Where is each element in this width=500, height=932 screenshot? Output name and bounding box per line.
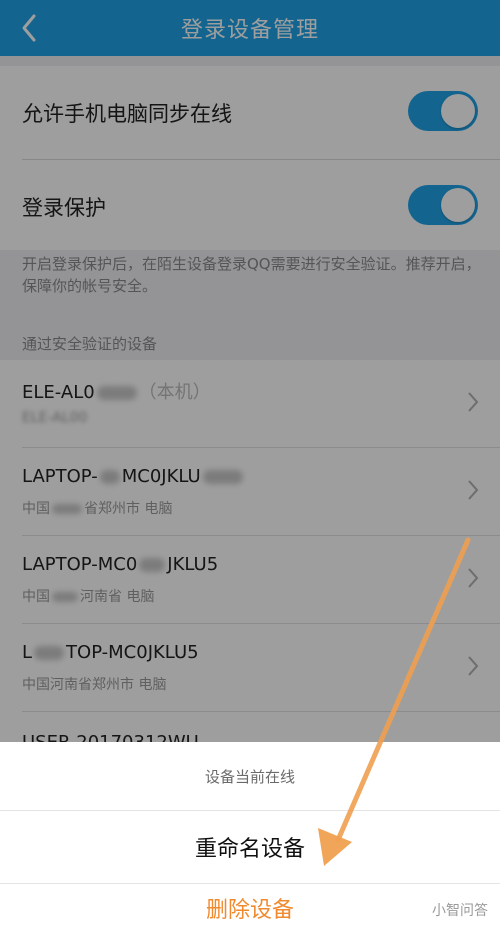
modal-overlay[interactable]: [0, 0, 500, 742]
watermark: 小智问答: [432, 903, 488, 919]
device-action-sheet: 设备当前在线 重命名设备 删除设备: [0, 742, 500, 932]
delete-device-button[interactable]: 删除设备: [0, 884, 500, 932]
rename-device-button[interactable]: 重命名设备: [0, 811, 500, 884]
login-device-manager-screen: 登录设备管理 允许手机电脑同步在线 登录保护 开启登录保护后，在陌生设备登录QQ…: [0, 0, 500, 932]
action-sheet-title: 设备当前在线: [0, 742, 500, 811]
